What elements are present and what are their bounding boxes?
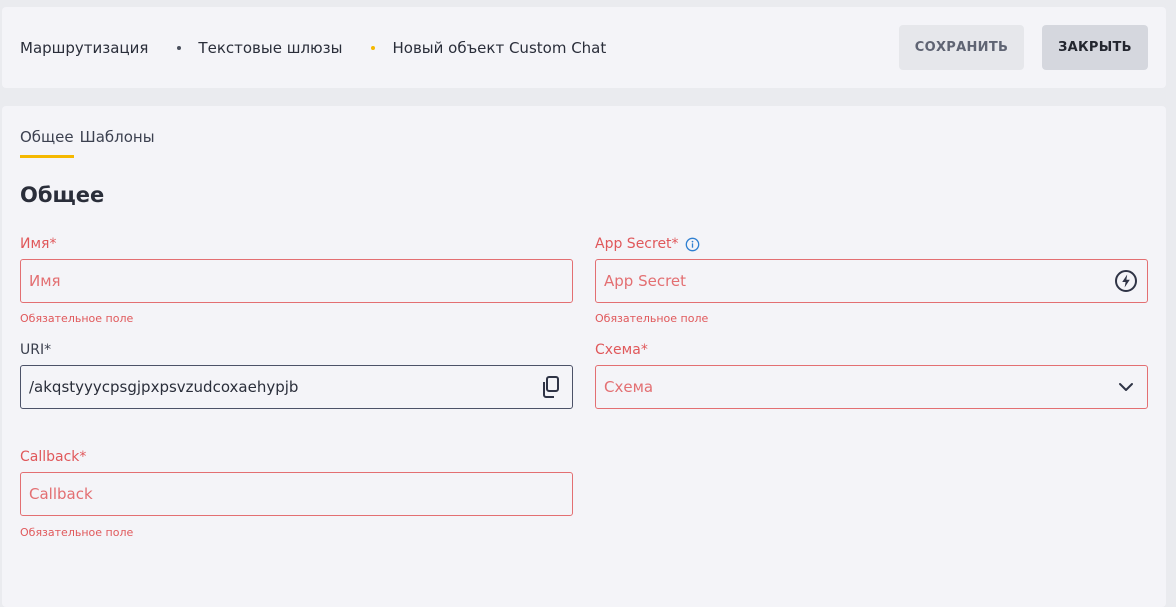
scheme-placeholder: Схема [604,378,654,396]
tab-templates[interactable]: Шаблоны [80,128,155,158]
form-panel: Общее Шаблоны Общее Имя* Обязательное по… [2,106,1166,607]
name-input[interactable] [29,272,564,290]
breadcrumb: Маршрутизация Текстовые шлюзы Новый объе… [20,37,606,59]
callback-input[interactable] [29,485,564,503]
tab-general[interactable]: Общее [20,128,74,158]
info-icon[interactable] [685,237,700,252]
callback-error: Обязательное поле [20,526,134,539]
name-label: Имя* [20,236,56,252]
app-secret-input[interactable] [604,272,1113,290]
app-secret-label: App Secret* [595,236,700,252]
uri-input[interactable] [29,378,538,396]
scheme-label: Схема* [595,342,648,358]
uri-label-text: URI* [20,342,52,358]
callback-field[interactable] [20,472,573,516]
breadcrumb-item-text-gateways[interactable]: Текстовые шлюзы [198,39,342,57]
tab-bar: Общее Шаблоны [20,128,155,158]
uri-label: URI* [20,342,51,358]
callback-label: Callback* [20,449,86,465]
page-header: Маршрутизация Текстовые шлюзы Новый объе… [2,7,1166,88]
breadcrumb-separator [177,46,182,50]
breadcrumb-item-routing[interactable]: Маршрутизация [20,39,148,57]
name-field[interactable] [20,259,573,303]
scheme-select[interactable]: Схема [595,365,1148,409]
copy-icon[interactable] [538,374,564,400]
breadcrumb-item-current: Новый объект Custom Chat [392,39,607,57]
lightning-icon[interactable] [1113,268,1139,294]
uri-field[interactable] [20,365,573,409]
save-button[interactable]: СОХРАНИТЬ [899,25,1024,70]
callback-label-text: Callback* [20,449,87,465]
scheme-label-text: Схема* [595,342,648,358]
close-button[interactable]: ЗАКРЫТЬ [1042,25,1148,70]
name-error: Обязательное поле [20,312,134,325]
section-title: Общее [20,183,105,207]
app-secret-field[interactable] [595,259,1148,303]
chevron-down-icon[interactable] [1113,374,1139,400]
app-secret-label-text: App Secret* [595,236,679,252]
breadcrumb-separator-active [371,46,376,50]
name-label-text: Имя* [20,236,57,252]
app-secret-error: Обязательное поле [595,312,709,325]
